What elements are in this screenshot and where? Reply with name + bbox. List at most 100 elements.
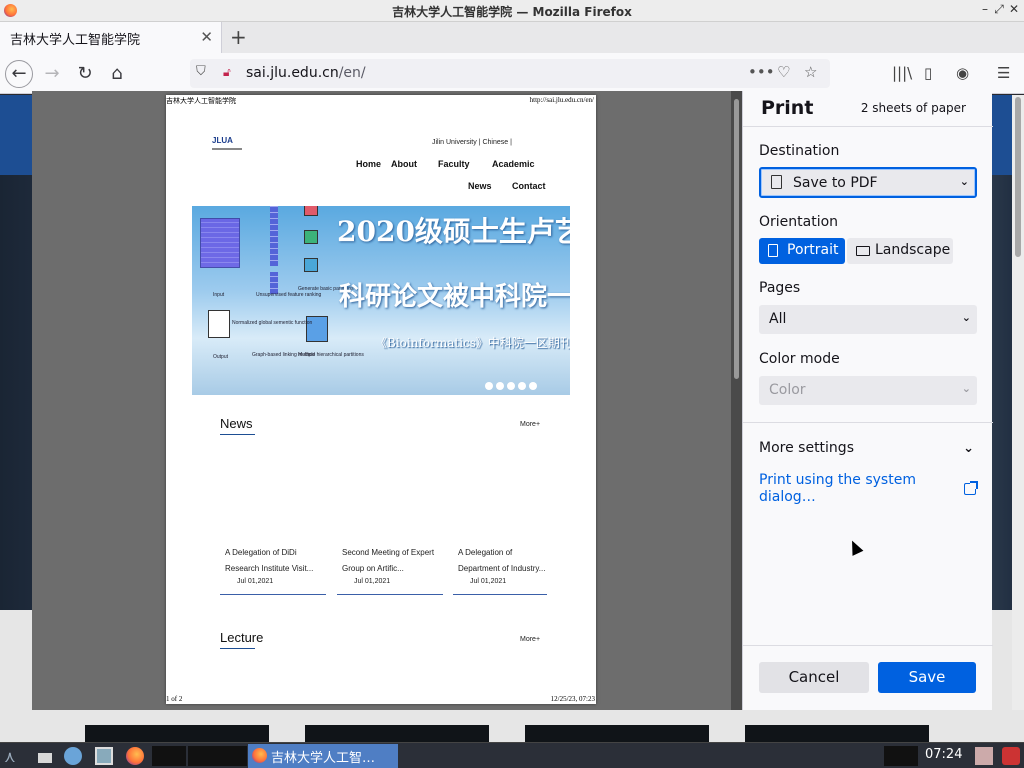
news-card-date: Jul 01,2021 [354,578,391,585]
news-more-link: More+ [520,421,541,428]
bg-thumbnail [745,725,929,742]
taskbar: ⋏ 吉林大学人工智… 07:24 [0,742,1024,768]
banner-label-multiple: Multiple hierarchical partitions [298,352,364,358]
banner-headline-3: 《Bioinformatics》中科院一区期刊/ [375,336,570,350]
back-button[interactable]: ← [5,60,33,88]
news-card-title: Second Meeting of Expert Group on Artifi… [342,548,435,573]
destination-select[interactable]: Save to PDF ⌄ [759,167,977,198]
forward-button[interactable]: → [38,60,66,88]
taskbar-window-firefox[interactable]: 吉林大学人工智… [248,744,398,768]
color-mode-label: Color mode [759,351,840,367]
preview-scrollbar[interactable] [731,91,742,710]
system-dialog-link[interactable]: Print using the system dialog… [759,472,939,506]
color-mode-select[interactable]: Color ⌄ [759,376,977,405]
workspace-slot[interactable] [213,746,247,766]
page-scrollbar[interactable] [1012,95,1024,710]
banner-block [304,206,318,216]
clock[interactable]: 07:24 [925,747,962,762]
print-title: Print [761,97,814,119]
landscape-radio[interactable]: Landscape [847,238,953,264]
banner-headline-2: 科研论文被中科院一 [339,282,570,312]
lecture-section-title: Lecture [220,630,264,649]
library-icon[interactable]: |||\ [892,64,912,82]
banner-block [304,258,318,272]
chevron-down-icon[interactable]: ⌄ [963,441,974,456]
sheet-count: 2 sheets of paper [860,101,966,115]
bookmark-star-icon[interactable]: ☆ [804,63,817,81]
banner-block [304,230,318,244]
firefox-launcher-icon[interactable] [126,747,144,765]
bg-thumbnail [85,725,269,742]
banner-matrix-graphic [200,218,240,268]
url-text[interactable]: sai.jlu.edu.cn/en/ [246,65,366,81]
sheet-print-date: 12/25/23, 07:23 [550,695,595,703]
news-card: A Delegation of Department of Industry..… [453,541,547,595]
pages-label: Pages [759,280,801,296]
banner-pagination-dots [485,378,540,393]
nav-home: Home [356,159,382,169]
sidebar-icon[interactable]: ▯ [924,64,932,82]
sheet-page-count: 1 of 2 [166,695,183,703]
pocket-icon[interactable]: ♡ [777,63,790,81]
top-links: Jilin University | Chinese | [432,139,512,146]
banner-label-unsupervised: Unsupervised feature ranking [256,292,322,298]
home-button[interactable]: ⌂ [103,60,131,88]
volume-icon[interactable] [975,747,993,765]
account-icon[interactable]: ◉ [956,64,969,82]
tab-title: 吉林大学人工智能学院 [10,33,141,48]
chevron-down-icon: ⌄ [959,175,969,188]
menu-icon[interactable]: ☰ [997,64,1010,82]
tab-close-icon[interactable]: ✕ [200,28,213,46]
insecure-lock-icon[interactable]: 🔓︎ [223,65,231,80]
network-icon[interactable] [64,747,82,765]
sheet-header-url: http://sai.jlu.edu.cn/en/ [529,96,594,104]
page-actions-icon[interactable]: ••• [748,63,775,81]
url-bar[interactable]: ⛉ 🔓︎ sai.jlu.edu.cn/en/ ••• ♡ ☆ [190,59,830,88]
external-link-icon[interactable] [964,481,978,495]
pages-select[interactable]: All ⌄ [759,305,977,334]
cancel-button[interactable]: Cancel [759,662,869,693]
news-banner: Input Output Unsupervised feature rankin… [192,206,570,395]
tab-active[interactable]: 吉林大学人工智能学院 ✕ [0,22,222,53]
new-tab-icon[interactable]: + [230,25,247,49]
jlu-logo: JLUA [212,131,242,150]
save-button[interactable]: Save [878,662,976,693]
print-settings-panel: Print 2 sheets of paper Destination Save… [742,91,993,710]
workspace-slot[interactable] [152,746,186,766]
landscape-icon [856,246,870,256]
reload-button[interactable]: ↻ [71,60,99,88]
chevron-down-icon: ⌄ [961,382,971,395]
nav-news: News [468,181,492,191]
close-window-icon[interactable]: ✕ [1007,2,1021,16]
divider [743,645,993,646]
nav-about: About [391,159,417,169]
portrait-radio[interactable]: Portrait [759,238,845,264]
maximize-icon[interactable]: ⤢ [992,2,1006,17]
banner-headline-1: 2020级硕士生卢艺芃 [337,215,570,248]
show-desktop-icon[interactable] [38,753,52,763]
news-card-title: A Delegation of Department of Industry..… [458,548,546,573]
banner-label-normalized: Normalized global sementic function [232,320,313,326]
news-card: Second Meeting of Expert Group on Artifi… [337,541,443,595]
preview-sheet: 吉林大学人工智能学院 http://sai.jlu.edu.cn/en/ JLU… [166,95,596,704]
banner-feature-column [270,272,278,294]
banner-label-output: Output [213,354,229,360]
more-settings-toggle[interactable]: More settings [759,440,854,456]
power-icon[interactable] [1002,747,1020,765]
window-titlebar: 吉林大学人工智能学院 — Mozilla Firefox – ⤢ ✕ [0,0,1024,22]
news-card-date: Jul 01,2021 [237,578,274,585]
minimize-icon[interactable]: – [978,2,992,16]
tab-strip: 吉林大学人工智能学院 ✕ + [0,22,1024,53]
tray-slot [884,746,918,766]
firefox-icon [252,748,267,763]
file-manager-icon[interactable] [95,747,113,765]
nav-faculty: Faculty [438,159,470,169]
banner-input-icon [208,310,230,338]
window-title: 吉林大学人工智能学院 — Mozilla Firefox [392,5,632,19]
lecture-more-link: More+ [520,636,541,643]
document-icon [771,175,782,189]
start-menu-icon[interactable]: ⋏ [4,747,22,766]
shield-icon[interactable]: ⛉ [196,64,206,79]
destination-label: Destination [759,143,840,159]
chevron-down-icon: ⌄ [961,311,971,324]
